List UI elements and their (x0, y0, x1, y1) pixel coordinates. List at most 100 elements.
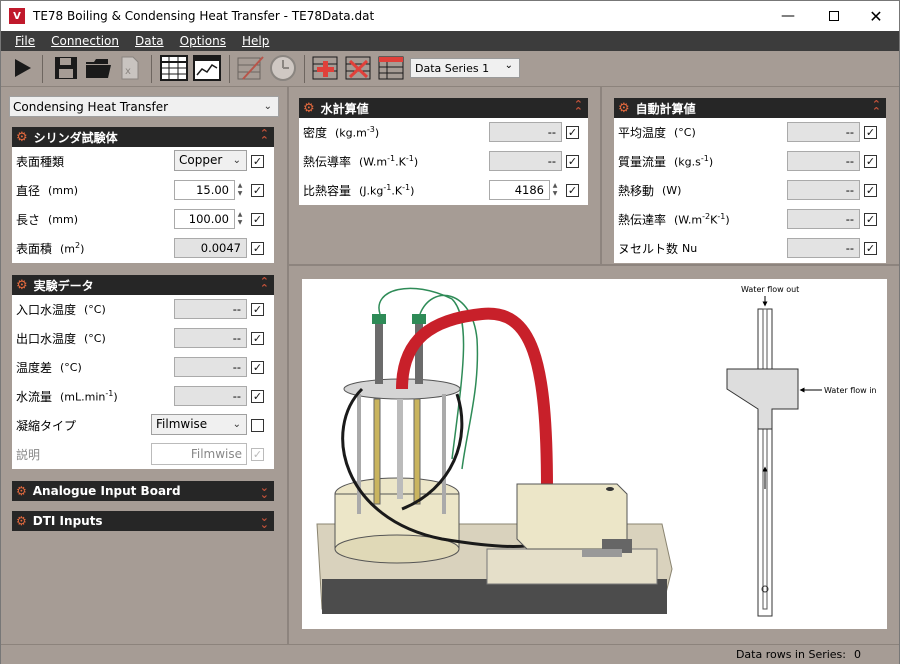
timer-button[interactable] (268, 53, 298, 83)
dti-panel-header[interactable]: ⚙ DTI Inputs ⌄ ⌄ (12, 511, 274, 531)
log-checkbox[interactable]: ✓ (864, 126, 877, 139)
log-checkbox[interactable]: ✓ (566, 184, 579, 197)
field-label: 表面種類 (16, 155, 65, 169)
folder-icon (86, 59, 111, 78)
delete-row-icon (345, 56, 371, 80)
unit-sup: -1 (387, 154, 396, 164)
unit-sup: -1 (402, 183, 411, 193)
water-flow-in-label: Water flow in (824, 386, 877, 395)
log-checkbox[interactable]: ✓ (251, 242, 264, 255)
chevron-down-icon: ⌄ (504, 60, 513, 71)
field-unit: (kg.m-3) (335, 125, 379, 140)
add-row-button[interactable] (311, 53, 341, 83)
collapse-icon[interactable]: ⌃ ⌃ (260, 276, 269, 294)
apparatus-illustration: Water flow out Water flow in (316, 285, 877, 617)
expand-icon[interactable]: ⌄ ⌄ (260, 512, 269, 530)
menu-bar: File Connection Data Options Help (1, 31, 899, 51)
series-table-button[interactable] (377, 53, 407, 83)
log-checkbox[interactable]: ✓ (251, 155, 264, 168)
export-excel-button[interactable]: x (115, 53, 145, 83)
log-checkbox[interactable] (251, 419, 264, 432)
data-series-select[interactable]: Data Series 1 ⌄ (410, 58, 520, 78)
experiment-panel: ⚙ 実験データ ⌃ ⌃ 入口水温度 (°C) -- ✓ 出口水温度 (°C) --… (12, 275, 274, 469)
menu-data[interactable]: Data (127, 34, 172, 48)
log-checkbox[interactable]: ✓ (251, 213, 264, 226)
cylinder-panel-header[interactable]: ⚙ シリンダ試験体 ⌃ ⌃ (12, 127, 274, 147)
temp-diff-row: 温度差 (°C) -- ✓ (12, 353, 274, 382)
chevron-down-icon: ⌄ (232, 419, 241, 430)
experiment-panel-title: 実験データ (33, 278, 94, 293)
collapse-icon[interactable]: ⌃ ⌃ (872, 99, 881, 117)
field-label: 熱移動 (618, 184, 655, 198)
graph-view-button[interactable] (192, 53, 222, 83)
unit-text: ) (708, 155, 714, 169)
log-checkbox[interactable]: ✓ (566, 126, 579, 139)
length-spinner[interactable]: ▲ ▼ (235, 209, 245, 229)
diameter-spinner[interactable]: ▲ ▼ (235, 180, 245, 200)
field-unit: (°C) (674, 126, 696, 139)
horizontal-splitter[interactable] (289, 264, 899, 266)
length-row: 長さ (mm) 100.00 ▲ ▼ ✓ (12, 205, 274, 234)
edit-button[interactable] (236, 53, 266, 83)
unit-sup: -1 (405, 154, 414, 164)
menu-options[interactable]: Options (172, 34, 234, 48)
table-view-button[interactable] (159, 53, 189, 83)
unit-text: (W.m (674, 213, 703, 227)
condensation-type-select[interactable]: Filmwise ⌄ (151, 414, 247, 435)
diameter-input[interactable]: 15.00 (174, 180, 235, 200)
close-button[interactable]: ✕ (853, 1, 899, 31)
unit-text: (W.m (359, 155, 388, 169)
unit-text: (kg.s (674, 155, 701, 169)
specific-heat-input[interactable]: 4186 (489, 180, 550, 200)
water-calc-panel-header[interactable]: ⚙ 水計算値 ⌃ ⌃ (299, 98, 588, 118)
experiment-panel-header[interactable]: ⚙ 実験データ ⌃ ⌃ (12, 275, 274, 295)
menu-connection[interactable]: Connection (43, 34, 127, 48)
vertical-splitter[interactable] (287, 87, 289, 644)
log-checkbox[interactable]: ✓ (251, 303, 264, 316)
play-button[interactable] (7, 53, 37, 83)
maximize-button[interactable] (811, 1, 857, 31)
log-checkbox[interactable]: ✓ (251, 184, 264, 197)
surface-type-row: 表面種類 Copper ⌄ ✓ (12, 147, 274, 176)
field-unit: (°C) (84, 303, 106, 316)
specific-heat-spinner[interactable]: ▲ ▼ (550, 180, 560, 200)
analogue-panel-header[interactable]: ⚙ Analogue Input Board ⌄ ⌄ (12, 481, 274, 501)
menu-file[interactable]: File (1, 34, 43, 48)
field-label: 凝縮タイプ (16, 419, 77, 433)
density-row: 密度 (kg.m-3) -- ✓ (299, 118, 588, 147)
log-checkbox[interactable]: ✓ (251, 332, 264, 345)
description-input[interactable]: Filmwise (151, 443, 247, 465)
log-checkbox[interactable]: ✓ (864, 184, 877, 197)
collapse-icon[interactable]: ⌃ ⌃ (574, 99, 583, 117)
mode-dropdown[interactable]: Condensing Heat Transfer ⌄ (9, 96, 279, 117)
auto-calc-panel-header[interactable]: ⚙ 自動計算値 ⌃ ⌃ (614, 98, 886, 118)
delete-row-button[interactable] (344, 53, 374, 83)
htc-value: -- (787, 209, 860, 229)
log-checkbox[interactable]: ✓ (864, 155, 877, 168)
minimize-button[interactable]: — (765, 1, 811, 31)
field-unit: (°C) (84, 332, 106, 345)
expand-icon[interactable]: ⌄ ⌄ (260, 482, 269, 500)
length-input[interactable]: 100.00 (174, 209, 235, 229)
field-unit: Nu (682, 242, 698, 255)
unit-sup: -2 (702, 212, 711, 222)
apparatus-diagram: Water flow out Water flow in (302, 279, 887, 629)
gear-icon: ⚙ (16, 514, 27, 528)
field-label: 質量流量 (618, 155, 667, 169)
menu-help[interactable]: Help (234, 34, 277, 48)
heat-transfer-row: 熱移動 (W) -- ✓ (614, 176, 886, 205)
surface-type-select[interactable]: Copper ⌄ (174, 150, 247, 171)
save-button[interactable] (51, 53, 81, 83)
unit-text: ) (374, 126, 380, 140)
log-checkbox[interactable]: ✓ (864, 213, 877, 226)
open-folder-button[interactable] (83, 53, 113, 83)
log-checkbox[interactable]: ✓ (864, 242, 877, 255)
log-checkbox[interactable]: ✓ (251, 390, 264, 403)
graph-icon (193, 55, 221, 81)
log-checkbox[interactable]: ✓ (251, 361, 264, 374)
field-unit: (J.kg-1.K-1) (359, 183, 414, 198)
mean-temp-value: -- (787, 122, 860, 142)
vertical-splitter[interactable] (600, 87, 602, 265)
log-checkbox[interactable]: ✓ (566, 155, 579, 168)
collapse-icon[interactable]: ⌃ ⌃ (260, 128, 269, 146)
